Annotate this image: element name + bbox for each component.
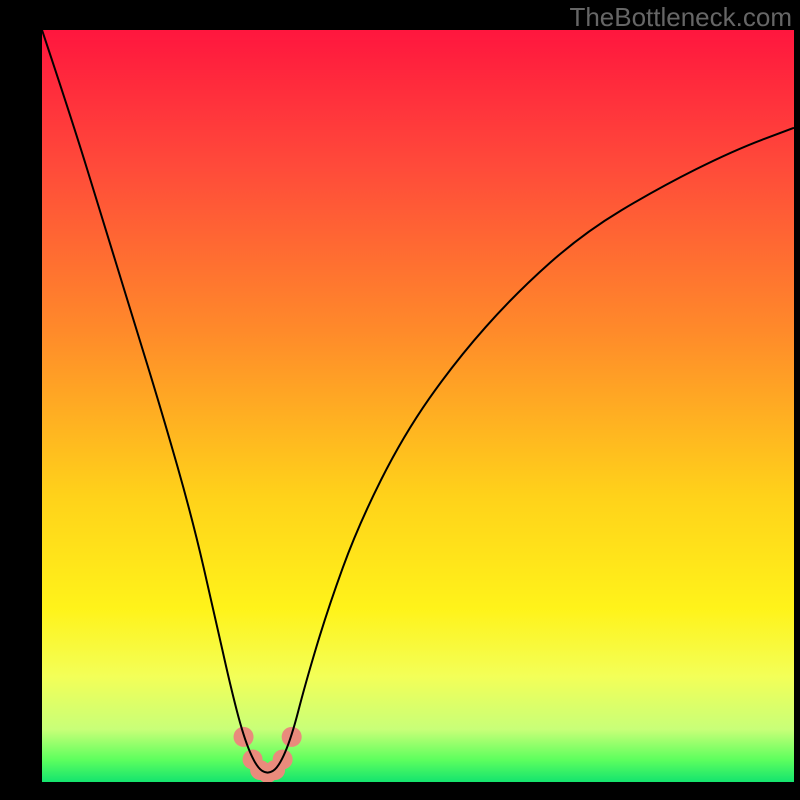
chart-frame: TheBottleneck.com bbox=[0, 0, 800, 800]
attribution-text: TheBottleneck.com bbox=[569, 2, 792, 33]
chart-svg bbox=[42, 30, 794, 782]
plot-area bbox=[42, 30, 794, 782]
gradient-bg bbox=[42, 30, 794, 782]
